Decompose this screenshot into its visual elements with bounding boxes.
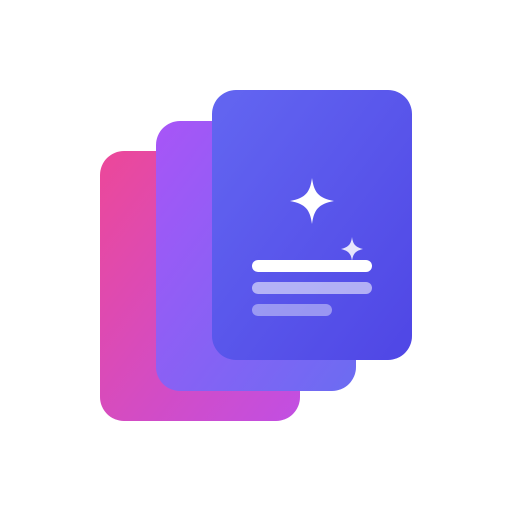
front-card — [212, 90, 412, 360]
app-icon-canvas — [0, 0, 512, 512]
text-line-2 — [252, 282, 372, 294]
text-line-1 — [252, 260, 372, 272]
text-line-3 — [252, 304, 332, 316]
stacked-cards-logo — [100, 90, 412, 421]
